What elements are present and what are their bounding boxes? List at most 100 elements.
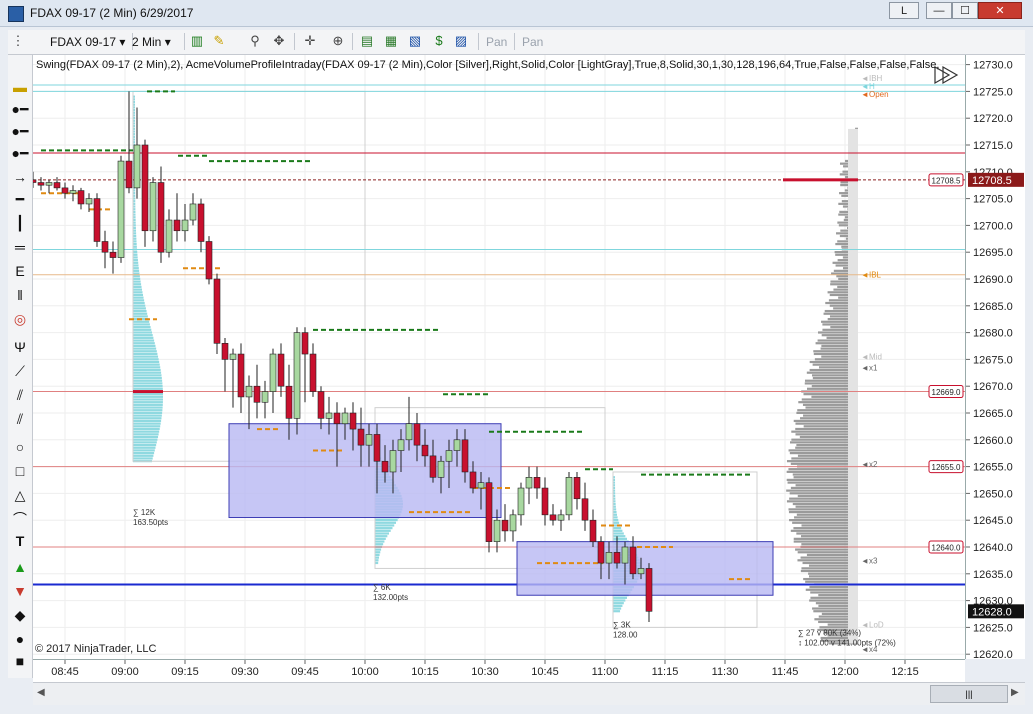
zoom-icon[interactable]: ⊕ (330, 33, 346, 49)
chevron-down-icon: ▾ (164, 35, 171, 49)
cyan-profile-bar (133, 277, 141, 280)
strategies-icon[interactable]: ▦ (383, 33, 399, 49)
pan-button-2[interactable]: Pan (522, 35, 543, 49)
cyan-profile-bar (133, 288, 143, 291)
link-button[interactable]: L (889, 2, 919, 19)
pin-icon[interactable]: ⚲ (247, 33, 263, 49)
pitchfork-icon[interactable]: Ψ (8, 337, 32, 357)
fibonacci-circle-icon[interactable]: ◎ (8, 309, 32, 329)
cyan-profile-bar (133, 240, 137, 243)
horizontal-line-icon[interactable]: ━ (8, 189, 32, 209)
chart-properties-icon[interactable]: ▧ (407, 33, 423, 49)
gann-fan-icon[interactable]: ⟋ (8, 361, 32, 381)
ellipse-icon[interactable]: ○ (8, 437, 32, 457)
profile-marker: ◄ (861, 271, 869, 280)
cyan-profile-bar (133, 435, 159, 439)
volume-bar (788, 510, 858, 514)
dollar-icon[interactable]: $ (431, 33, 447, 49)
arrow-up-icon[interactable]: ▲ (8, 557, 32, 577)
volume-bar (790, 529, 858, 532)
price-tick-label: 12700.0 (973, 220, 1013, 232)
price-axis[interactable]: 12730.0 12725.0 12720.0 12715.0 12710.0 12705… (965, 55, 1025, 661)
candle-down (461, 439, 469, 473)
price-tick-label: 12695.0 (973, 247, 1013, 259)
close-button[interactable]: ✕ (978, 2, 1022, 19)
dot-icon[interactable]: ● (8, 629, 32, 649)
arc-icon[interactable]: ⌒ (8, 509, 32, 529)
time-tick-label: 09:30 (231, 666, 259, 678)
line-icon[interactable]: ●━ (8, 99, 32, 119)
arrow-line-icon[interactable]: → (8, 167, 32, 187)
indicators-icon[interactable]: ▤ (359, 33, 375, 49)
candle-down (213, 278, 221, 344)
square-icon[interactable]: ■ (8, 651, 32, 671)
candle-down (629, 546, 637, 575)
crosshair-icon[interactable]: ✛ (302, 33, 318, 49)
instrument-selector[interactable]: FDAX 09-17 ▾ (50, 35, 125, 49)
data-box-icon[interactable]: ▨ (453, 33, 469, 49)
time-tick-label: 10:15 (411, 666, 439, 678)
cluster-label-a: ∑ 3K (613, 620, 631, 629)
regression-channel-icon[interactable]: ⫽ (8, 385, 32, 405)
candle-down (381, 460, 389, 473)
ray-icon[interactable]: ●━ (8, 121, 32, 141)
rectangle-icon[interactable]: □ (8, 461, 32, 481)
parallel-lines-icon[interactable]: ═ (8, 237, 32, 257)
candle-up (621, 546, 629, 564)
candle-up (293, 332, 301, 419)
price-tick-label: 12670.0 (973, 381, 1013, 393)
extended-line-icon[interactable]: ●━ (8, 143, 32, 163)
profile-label: x1 (869, 363, 878, 372)
price-tick-label: 12660.0 (973, 435, 1013, 447)
fibonacci-time-icon[interactable]: ‖ (8, 285, 32, 305)
scroll-right-icon[interactable]: ▶ (1011, 687, 1019, 698)
minimize-button[interactable]: — (926, 2, 952, 19)
cyan-profile-bar (133, 253, 138, 256)
candle-down (101, 241, 109, 253)
value-area-boxes (228, 423, 774, 596)
ruler-icon[interactable]: ▬ (8, 77, 32, 97)
triangle-icon[interactable]: △ (8, 485, 32, 505)
cyan-profile-bar (375, 519, 398, 522)
price-tick-label: 12680.0 (973, 328, 1013, 340)
cyan-profile-bar (133, 264, 139, 267)
chart-panel[interactable]: ◄ IBH ◄ H ◄ Open ◄ IBL ◄ Mid ◄ x1 ◄ x2 ◄ x3 ◄ LoD ◄ x4 12708… (33, 55, 965, 659)
scrollbar-thumb[interactable]: ||| (930, 685, 1008, 703)
candle-down (645, 568, 653, 612)
pan-button[interactable]: Pan (486, 35, 507, 49)
candle-up (557, 514, 565, 521)
pencil-icon[interactable]: ✎ (211, 33, 227, 49)
time-tick-label: 12:00 (831, 666, 859, 678)
vertical-line-icon[interactable]: ┃ (8, 213, 32, 233)
profile-marker: ◄ (861, 556, 869, 565)
horizontal-scrollbar[interactable]: ◀ ||| ▶ (33, 682, 1025, 705)
move-icon[interactable]: ✥ (271, 33, 287, 49)
chart-window: FDAX 09-17 (2 Min) 6/29/2017 L — ☐ ✕ ⋮ F… (0, 0, 1033, 714)
trend-channel-icon[interactable]: ⫽ (8, 409, 32, 429)
volume-bar (790, 462, 858, 465)
cyan-profile-bar (133, 336, 154, 339)
cyan-profile-bar (613, 532, 624, 535)
profile-label: Open (869, 90, 889, 99)
profile-labels: ◄ IBH◄ H◄ Open◄ IBL◄ Mid◄ x1◄ x2◄ x3◄ LoD◄ x4 (861, 74, 889, 654)
fibonacci-retracement-icon[interactable]: Ε (8, 261, 32, 281)
price-chart[interactable]: ◄ IBH◄ H◄ Open◄ IBL◄ Mid◄ x1◄ x2◄ x3◄ LoD◄ x4 12708… (33, 55, 965, 659)
scroll-left-icon[interactable]: ◀ (37, 687, 45, 698)
cluster-label-b: 132.00pts (373, 593, 408, 602)
interval-selector[interactable]: 2 Min ▾ (132, 35, 171, 49)
text-icon[interactable]: T (8, 531, 32, 551)
diamond-icon[interactable]: ◆ (8, 605, 32, 625)
arrow-down-icon[interactable]: ▼ (8, 581, 32, 601)
candle-up (397, 439, 405, 451)
cyan-profile-bar (133, 374, 162, 377)
time-axis[interactable]: 08:45 09:00 09:15 09:30 09:45 10:00 10:15 10:30… (33, 659, 965, 682)
cyan-profile-bar (133, 347, 157, 350)
cyan-profile-bar (133, 366, 161, 369)
price-tick-label: 12655.0 (973, 462, 1013, 474)
cluster-label-a: ∑ 27 v 80K (34%) (798, 628, 861, 637)
bar-style-icon[interactable]: ▥ (189, 33, 205, 49)
cyan-profile-bar (613, 537, 627, 540)
maximize-button[interactable]: ☐ (952, 2, 978, 19)
cyan-profile-bar (133, 433, 159, 436)
price-tick-label: 12640.0 (973, 542, 1013, 554)
